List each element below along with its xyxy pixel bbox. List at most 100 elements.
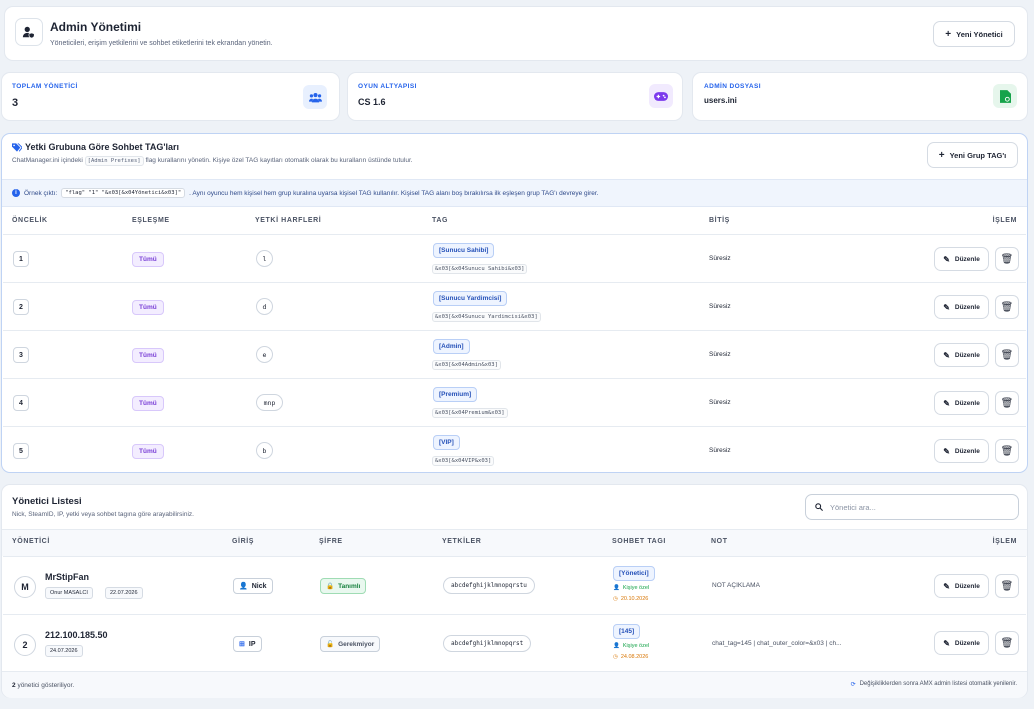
end-text: Süresiz [709,351,731,358]
user-shield-icon [22,26,35,39]
stat-value: CS 1.6 [358,97,386,107]
user-icon: 👤 [239,583,248,590]
network-icon: ⊞ [239,641,245,648]
table-row: 5 Tümü b [VIP] &x03[&x04VIP&x03] Süresiz… [3,426,1026,473]
delete-button[interactable]: 🗑 [995,295,1019,319]
unlock-icon: 🔓 [326,641,335,648]
delete-button[interactable]: 🗑 [995,247,1019,271]
trash-icon: 🗑 [1000,253,1014,265]
trash-icon: 🗑 [1000,580,1014,592]
user-icon: 👤 [613,585,620,591]
password-status-badge: 🔓 Gerekmiyor [320,636,381,652]
col-chat-tag: SOHBET TAGI [612,538,666,545]
pencil-icon: ✎ [943,446,950,456]
tag-expiry: ◷ 24.08.2026 [613,654,649,660]
users-icon [308,92,322,102]
plus-icon: + [945,28,952,40]
edit-button[interactable]: ✎ Düzenle [934,343,989,367]
tag-code: &x03[&x04Sunucu Yardimcisi&x03] [432,312,541,322]
admin-row: 2 212.100.185.50 24.07.2026 ⊞ IP 🔓 Gerekmi… [3,614,1026,671]
admin-row: M MrStipFan Onur MASALCI 22.07.2026 👤 Nic… [3,556,1026,614]
table-row: 1 Tümü l [Sunucu Sahibi] &x03[&x04Sunucu… [3,234,1026,282]
tag-type: 👤 Kişiye özel [613,643,650,649]
match-badge: Tümü [132,300,164,315]
stat-card-admin-file: ADMİN DOSYASI users.ini [692,72,1028,121]
stat-icon-box [993,84,1017,108]
info-icon: i [12,189,20,197]
tag-code: &x03[&x04Admin&x03] [432,360,501,370]
stat-card-game-platform: OYUN ALTYAPISI CS 1.6 [347,72,683,121]
tags-section-desc: ChatManager.ini içindeki [Admin Prefixes… [12,156,413,166]
col-actions: İŞLEM [992,217,1017,224]
priority-box: 3 [13,347,29,363]
priority-box: 1 [13,251,29,267]
file-icon [999,89,1011,103]
col-flags: YETKİ HARFLERİ [255,217,322,224]
delete-button[interactable]: 🗑 [995,439,1019,463]
admin-real-name-badge: Onur MASALCI [45,587,93,599]
col-flags: YETKİLER [442,538,482,545]
end-text: Süresiz [709,303,731,310]
avatar: 2 [14,634,36,656]
col-password: ŞİFRE [319,538,343,545]
delete-button[interactable]: 🗑 [995,631,1019,655]
col-admin: YÖNETİCİ [12,538,50,545]
avatar: M [14,576,36,598]
table-row: 2 Tümü d [Sunucu Yardimcisi] &x03[&x04Su… [3,282,1026,330]
stat-value: 3 [12,97,19,109]
user-icon: 👤 [613,643,620,649]
edit-button[interactable]: ✎ Düzenle [934,295,989,319]
gamepad-icon [654,91,668,101]
chat-tag-pill: [145] [613,624,641,639]
trash-icon: 🗑 [1000,445,1014,457]
col-note: NOT [711,538,728,545]
header-card: Admin Yönetimi Yöneticileri, erişim yetk… [4,6,1028,61]
footer-note: ⟳ Değişikliklerden sonra AMX admin listes… [850,681,1017,688]
admin-list-desc: Nick, SteamID, IP, yetki veya sohbet tag… [12,511,194,518]
delete-button[interactable]: 🗑 [995,343,1019,367]
refresh-icon: ⟳ [850,682,856,688]
admin-note: NOT AÇIKLAMA [712,582,760,589]
pencil-icon: ✎ [943,302,950,312]
pencil-icon: ✎ [943,350,950,360]
col-login: GİRİŞ [232,538,255,545]
delete-button[interactable]: 🗑 [995,574,1019,598]
edit-button[interactable]: ✎ Düzenle [934,439,989,463]
priority-box: 5 [13,443,29,459]
stat-icon-box [303,85,327,109]
clock-icon: ◷ [613,596,618,602]
info-banner: i Örnek çıktı: "flag" "1" "&x03[&x04Yöne… [2,179,1027,207]
admin-note: chat_tag=145 | chat_outer_color=&x03 | c… [712,640,842,647]
stat-label: ADMİN DOSYASI [704,83,761,90]
trash-icon: 🗑 [1000,397,1014,409]
lock-icon: 🔒 [326,583,335,590]
pencil-icon: ✎ [943,581,950,591]
stat-value: users.ini [704,96,737,105]
new-admin-button[interactable]: + Yeni Yönetici [933,21,1015,47]
edit-button[interactable]: ✎ Düzenle [934,247,989,271]
trash-icon: 🗑 [1000,301,1014,313]
group-tags-card: Yetki Grubuna Göre Sohbet TAG'ları ChatM… [1,133,1028,473]
match-badge: Tümü [132,252,164,267]
trash-icon: 🗑 [1000,349,1014,361]
edit-button[interactable]: ✎ Düzenle [934,574,989,598]
flags-badge: l [256,250,273,267]
footer-count: 2 yönetici gösteriliyor. [12,682,75,689]
match-badge: Tümü [132,396,164,411]
priority-box: 4 [13,395,29,411]
tag-expiry: ◷ 20.10.2026 [613,596,649,602]
admin-flags: abcdefghijklmnopqrstu [443,577,535,594]
tag-pill: [Premium] [433,387,478,402]
delete-button[interactable]: 🗑 [995,391,1019,415]
admin-date-badge: 22.07.2026 [105,587,143,599]
tag-pill: [Sunucu Yardimcisi] [433,291,508,306]
search-input[interactable]: Yönetici ara... [805,494,1019,520]
new-group-tag-button[interactable]: + Yeni Grup TAG'ı [927,142,1018,168]
stat-icon-box [649,84,673,108]
edit-button[interactable]: ✎ Düzenle [934,631,989,655]
edit-button[interactable]: ✎ Düzenle [934,391,989,415]
tag-type: 👤 Kişiye özel [613,585,650,591]
table-row: 3 Tümü e [Admin] &x03[&x04Admin&x03] Sür… [3,330,1026,378]
match-badge: Tümü [132,348,164,363]
tag-pill: [Sunucu Sahibi] [433,243,495,258]
